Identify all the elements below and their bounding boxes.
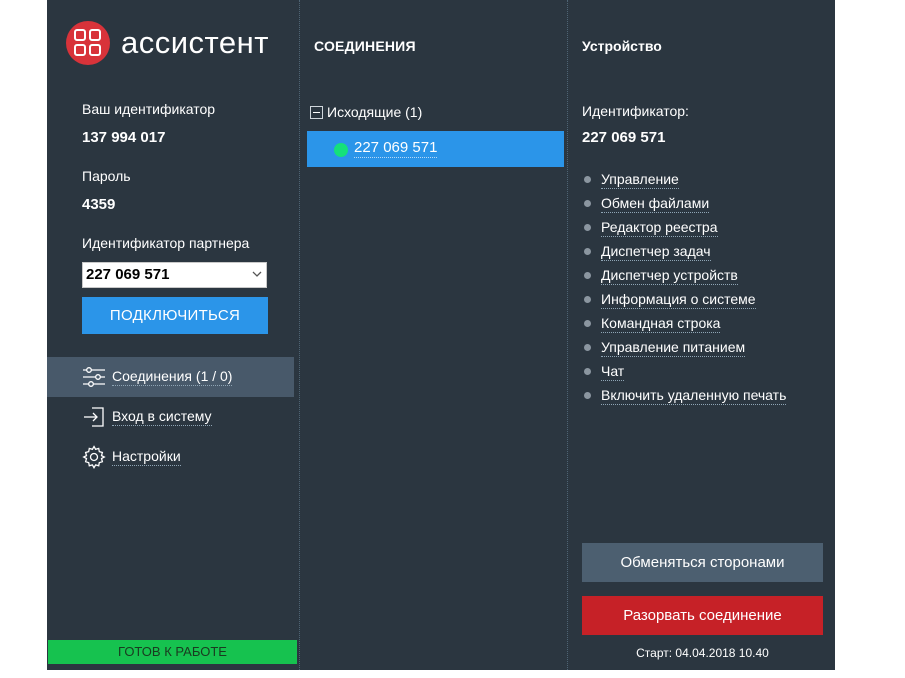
connection-item[interactable]: 227 069 571 [307,131,564,167]
connections-title: СОЕДИНЕНИЯ [314,38,416,54]
nav-label-login: Вход в систему [112,408,212,426]
nav-label-settings: Настройки [112,448,181,466]
nav-label-connections: Соединения (1 / 0) [112,368,233,386]
chevron-down-icon[interactable] [252,269,262,279]
password-label: Пароль [82,168,131,184]
bullet-icon [584,272,591,279]
your-id-value: 137 994 017 [82,129,166,146]
password-value: 4359 [82,196,116,213]
bullet-icon [584,224,591,231]
bullet-icon [584,296,591,303]
status-badge: ГОТОВ К РАБОТЕ [48,640,297,664]
bullet-icon [584,392,591,399]
sliders-icon [83,367,105,387]
device-title: Устройство [582,38,662,54]
bullet-icon [584,248,591,255]
nav-item-login[interactable]: Вход в систему [47,397,294,437]
app-window: ассистент Ваш идентификатор 137 994 017 … [47,0,835,670]
device-id-value: 227 069 571 [582,129,666,146]
your-id-label: Ваш идентификатор [82,101,216,117]
partner-id-label: Идентификатор партнера [82,235,250,251]
bullet-icon [584,368,591,375]
device-id-label: Идентификатор: [582,103,689,119]
connect-button[interactable]: ПОДКЛЮЧИТЬСЯ [82,297,268,334]
outgoing-group-label[interactable]: Исходящие (1) [327,104,422,120]
session-start-time: Старт: 04.04.2018 10.40 [636,646,769,660]
partner-id-value: 227 069 571 [86,266,170,283]
bullet-icon [584,320,591,327]
device-panel: Устройство Идентификатор: 227 069 571 Уп… [567,0,836,670]
nav-item-settings[interactable]: Настройки [47,437,294,477]
collapse-toggle-icon[interactable] [310,106,323,119]
online-status-icon [334,143,348,157]
bullet-icon [584,176,591,183]
gear-icon [82,445,106,469]
connection-id: 227 069 571 [354,139,438,158]
nav-item-connections[interactable]: Соединения (1 / 0) [47,357,294,397]
partner-id-combobox[interactable]: 227 069 571 [82,262,267,288]
app-logo: ассистент [66,20,269,66]
connections-panel: СОЕДИНЕНИЯ Исходящие (1) 227 069 571 [299,0,568,670]
bullet-icon [584,344,591,351]
disconnect-button[interactable]: Разорвать соединение [582,596,823,635]
logo-icon [66,21,110,65]
logo-text: ассистент [121,25,269,60]
bullet-icon [584,200,591,207]
left-panel: ассистент Ваш идентификатор 137 994 017 … [47,0,298,670]
swap-sides-button[interactable]: Обменяться сторонами [582,543,823,582]
login-icon [84,407,104,427]
